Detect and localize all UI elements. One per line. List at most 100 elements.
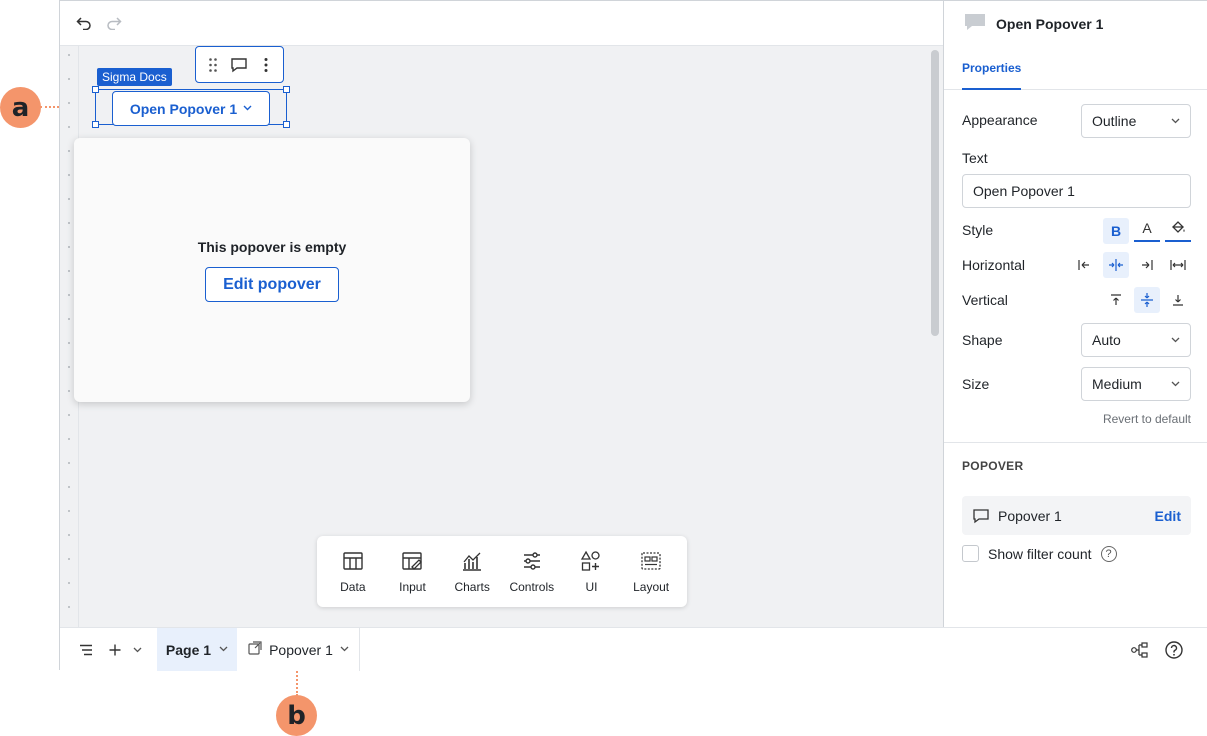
appearance-select[interactable]: Outline — [1081, 104, 1191, 138]
element-source-tag: Sigma Docs — [97, 68, 172, 86]
chevron-down-icon — [219, 644, 228, 655]
add-input-button[interactable]: Input — [384, 550, 440, 594]
popover-empty-message: This popover is empty — [197, 239, 347, 255]
resize-handle[interactable] — [283, 121, 290, 128]
bold-button[interactable]: B — [1103, 218, 1129, 244]
align-top-button[interactable] — [1103, 287, 1129, 313]
text-label: Text — [962, 150, 988, 166]
align-middle-button[interactable] — [1134, 287, 1160, 313]
edit-popover-link[interactable]: Edit — [1155, 508, 1181, 524]
canvas-scrollbar[interactable] — [931, 50, 939, 336]
resize-handle[interactable] — [92, 86, 99, 93]
appearance-value: Outline — [1092, 113, 1137, 129]
show-filter-count-checkbox[interactable] — [962, 545, 979, 562]
properties-panel: Open Popover 1 Properties Appearance Out… — [943, 1, 1207, 627]
panel-title: Open Popover 1 — [996, 15, 1104, 32]
tab-properties[interactable]: Properties — [962, 46, 1022, 90]
add-ui-button[interactable]: UI — [563, 550, 619, 594]
popover-section-title: POPOVER — [962, 459, 1024, 473]
bottom-page-bar: Page 1 Popover 1 — [60, 627, 1207, 671]
edit-popover-button[interactable]: Edit popover — [205, 267, 339, 302]
add-layout-label: Layout — [633, 579, 670, 594]
align-right-button[interactable] — [1134, 252, 1160, 278]
size-label: Size — [962, 376, 990, 392]
callout-b-line — [296, 668, 298, 696]
add-controls-label: Controls — [509, 579, 555, 594]
help-icon[interactable] — [1165, 640, 1183, 660]
resize-handle[interactable] — [283, 86, 290, 93]
show-filter-count-label: Show filter count — [988, 545, 1092, 562]
align-middle-icon — [1141, 293, 1153, 307]
popover-panel: This popover is empty Edit popover — [74, 138, 470, 402]
callout-a: a — [0, 87, 41, 128]
chevron-down-icon — [1171, 381, 1180, 387]
add-charts-label: Charts — [454, 579, 490, 594]
more-options-icon[interactable] — [255, 54, 277, 76]
drag-handle-icon[interactable] — [202, 54, 224, 76]
comment-icon[interactable] — [228, 54, 250, 76]
popover-link-row: Popover 1 Edit — [962, 496, 1191, 535]
button-text-input[interactable]: Open Popover 1 — [962, 174, 1191, 208]
align-bottom-button[interactable] — [1165, 287, 1191, 313]
align-right-icon — [1142, 260, 1153, 270]
font-color-button[interactable]: A — [1134, 216, 1160, 242]
open-popover-label: Open Popover 1 — [129, 100, 238, 117]
fill-color-button[interactable] — [1165, 216, 1191, 242]
redo-icon[interactable] — [103, 13, 125, 33]
undo-icon[interactable] — [73, 13, 95, 33]
workbook-canvas[interactable]: Sigma Docs Open Popover 1 This popover i… — [60, 46, 943, 627]
add-data-button[interactable]: Data — [325, 550, 381, 594]
tab-popover-1[interactable]: Popover 1 — [238, 628, 360, 671]
appearance-label: Appearance — [962, 112, 1038, 128]
tab-popover-1-label: Popover 1 — [269, 641, 333, 658]
add-layout-button[interactable]: Layout — [623, 550, 679, 594]
open-popover-button[interactable]: Open Popover 1 — [112, 91, 270, 126]
revert-to-default-link[interactable]: Revert to default — [1103, 412, 1191, 426]
horizontal-label: Horizontal — [962, 257, 1026, 273]
stretch-horizontal-icon — [1170, 260, 1186, 270]
resize-handle[interactable] — [92, 121, 99, 128]
shape-label: Shape — [962, 332, 1003, 348]
callout-b: b — [276, 695, 317, 736]
align-left-icon — [1078, 260, 1089, 270]
tab-page-1[interactable]: Page 1 — [157, 628, 237, 671]
comment-element-icon — [964, 13, 986, 34]
page-list-icon[interactable] — [79, 640, 93, 660]
popover-name: Popover 1 — [998, 507, 1062, 524]
style-label: Style — [962, 222, 994, 238]
add-element-bar: Data Input Charts Controls UI Layout — [317, 536, 687, 607]
ui-icon — [581, 550, 601, 571]
table-icon — [343, 551, 363, 570]
align-center-icon — [1109, 259, 1123, 271]
align-left-button[interactable] — [1071, 252, 1097, 278]
panel-tabs: Properties — [944, 46, 1207, 90]
add-charts-button[interactable]: Charts — [444, 550, 500, 594]
help-icon[interactable]: ? — [1100, 545, 1117, 562]
chevron-down-icon — [340, 644, 349, 655]
chevron-down-icon — [1171, 337, 1180, 343]
add-input-label: Input — [399, 579, 426, 594]
paint-bucket-icon — [1172, 221, 1185, 233]
size-select[interactable]: Medium — [1081, 367, 1191, 401]
add-page-chevron-icon[interactable] — [133, 640, 142, 660]
comment-icon — [973, 508, 989, 523]
lineage-icon[interactable] — [1131, 640, 1149, 660]
align-center-button[interactable] — [1103, 252, 1129, 278]
popover-page-icon — [248, 641, 262, 658]
input-icon — [402, 551, 423, 570]
add-ui-label: UI — [585, 579, 598, 594]
align-stretch-button[interactable] — [1165, 252, 1191, 278]
app-window: Sigma Docs Open Popover 1 This popover i… — [59, 0, 1207, 671]
tab-page-1-label: Page 1 — [165, 641, 212, 658]
shape-value: Auto — [1092, 332, 1121, 348]
vertical-label: Vertical — [962, 292, 1008, 308]
controls-icon — [523, 551, 540, 570]
align-bottom-icon — [1173, 295, 1183, 306]
add-data-label: Data — [340, 579, 366, 594]
top-toolbar — [60, 1, 943, 46]
add-page-icon[interactable] — [109, 640, 121, 660]
size-value: Medium — [1092, 376, 1142, 392]
layout-icon — [641, 551, 661, 570]
add-controls-button[interactable]: Controls — [504, 550, 560, 594]
shape-select[interactable]: Auto — [1081, 323, 1191, 357]
